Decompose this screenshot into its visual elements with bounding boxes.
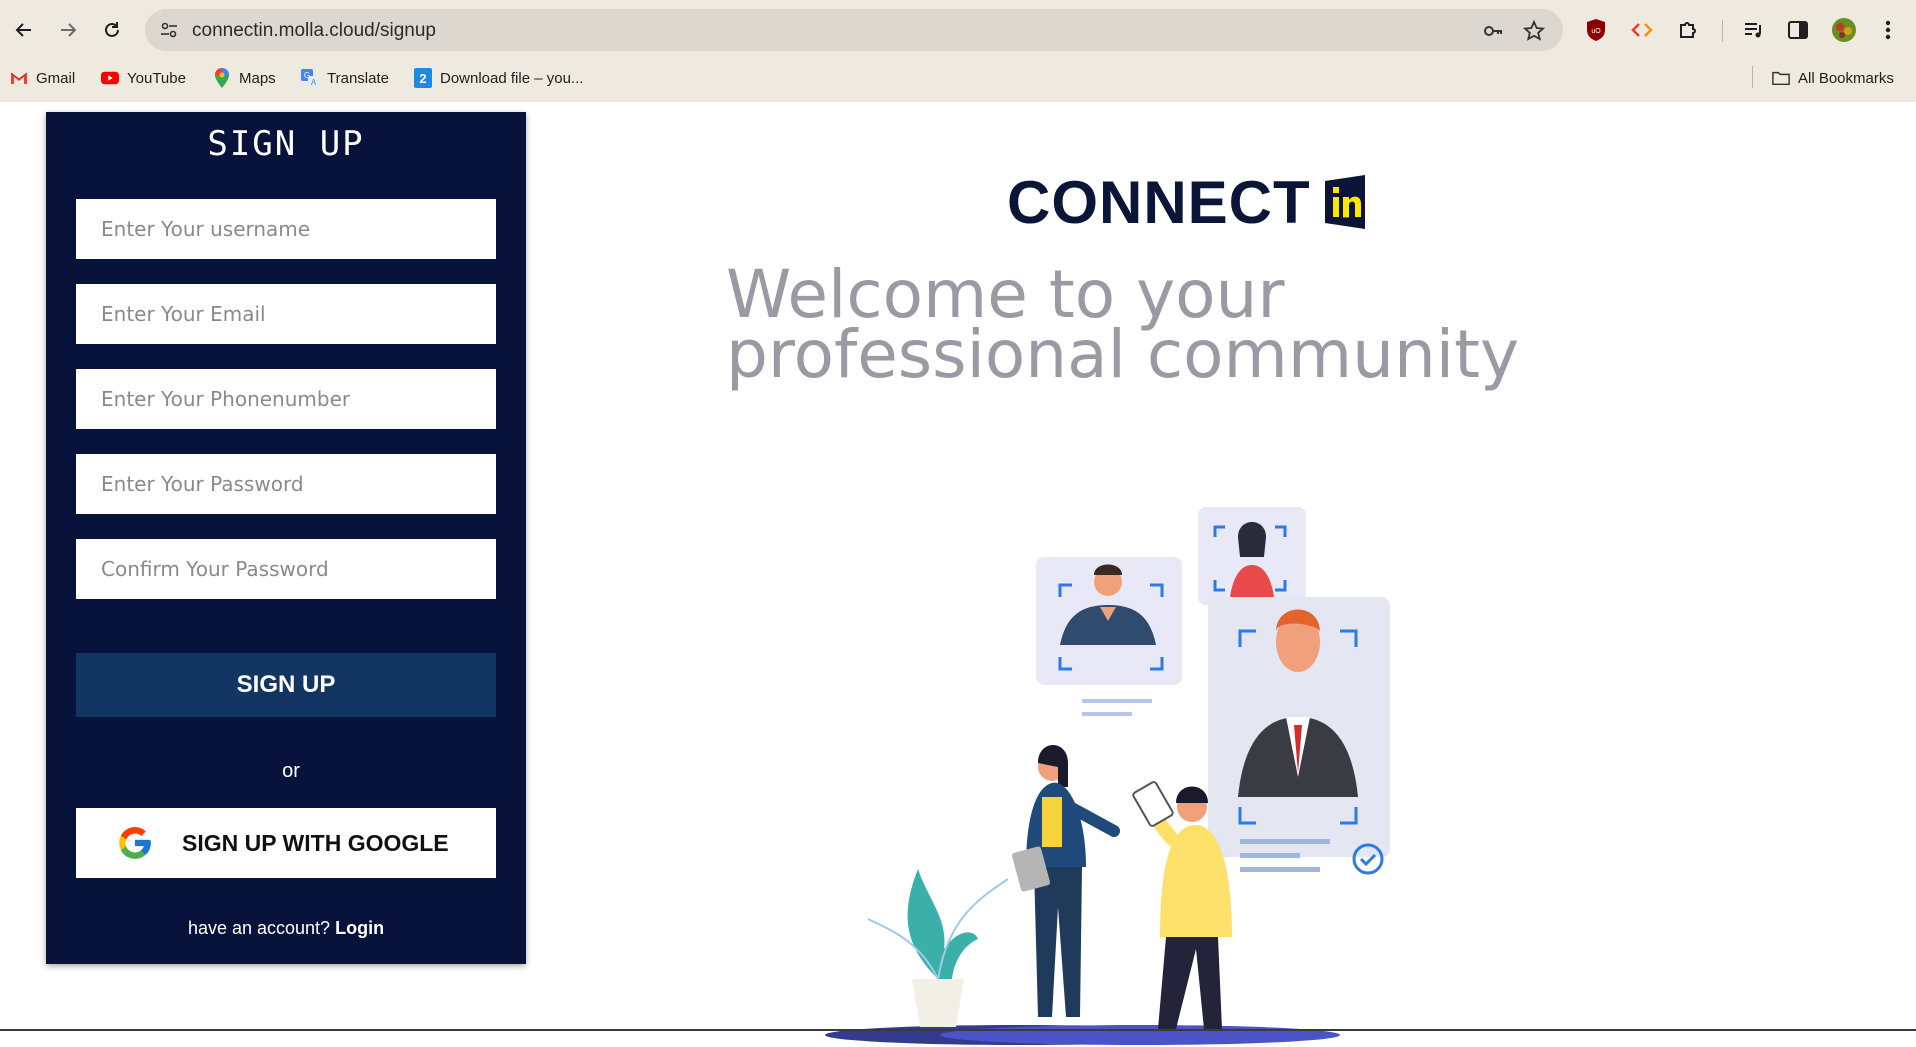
browser-chrome: connectin.molla.cloud/signup uO Gmail Yo… <box>0 0 1916 102</box>
ublock-extension-icon[interactable]: uO <box>1580 14 1612 46</box>
phone-input[interactable] <box>76 369 496 429</box>
svg-text:2: 2 <box>419 71 426 86</box>
browser-menu-icon[interactable] <box>1872 14 1904 46</box>
bookmark-label: Maps <box>239 69 276 87</box>
maps-icon <box>213 68 231 88</box>
browser-toolbar: connectin.molla.cloud/signup uO <box>0 0 1916 60</box>
folder-icon <box>1772 69 1790 87</box>
back-arrow-icon <box>15 23 31 37</box>
bookmarks-bar: Gmail YouTube Maps GA Translate 2 Downlo… <box>0 62 1916 92</box>
address-bar[interactable]: connectin.molla.cloud/signup <box>145 9 1563 51</box>
site-info-icon[interactable] <box>155 16 183 44</box>
page-content: SIGN UP SIGN UP or SIGN UP WITH GOOGLE h… <box>0 102 1916 1045</box>
bookmark-label: YouTube <box>127 69 186 87</box>
signup-panel: SIGN UP SIGN UP or SIGN UP WITH GOOGLE h… <box>46 112 526 964</box>
profile-avatar-icon[interactable] <box>1828 14 1860 46</box>
in-badge-icon <box>1324 175 1365 229</box>
signup-button[interactable]: SIGN UP <box>76 653 496 717</box>
forward-arrow-icon <box>61 23 77 37</box>
svg-text:A: A <box>311 78 317 87</box>
bookmark-maps[interactable]: Maps <box>213 66 276 90</box>
url-text[interactable]: connectin.molla.cloud/signup <box>192 20 436 42</box>
username-input[interactable] <box>76 199 496 259</box>
all-bookmarks-button[interactable]: All Bookmarks <box>1772 66 1894 90</box>
logo-text: CONNECT <box>1007 168 1311 236</box>
back-button[interactable] <box>6 12 42 48</box>
google-signup-button[interactable]: SIGN UP WITH GOOGLE <box>76 808 496 878</box>
bookmark-gmail[interactable]: Gmail <box>10 66 75 90</box>
or-divider-text: or <box>282 760 300 782</box>
login-prompt: have an account? Login <box>46 918 526 939</box>
bookmark-youtube[interactable]: YouTube <box>101 66 186 90</box>
bookmark-download-file[interactable]: 2 Download file – you... <box>414 66 583 90</box>
email-input[interactable] <box>76 284 496 344</box>
connectin-logo: CONNECT <box>1007 168 1365 236</box>
toolbar-divider <box>1722 20 1723 42</box>
gmail-icon <box>10 69 28 87</box>
login-link[interactable]: Login <box>335 918 384 938</box>
confirm-password-input[interactable] <box>76 539 496 599</box>
translate-icon: GA <box>301 69 319 87</box>
bookmark-translate[interactable]: GA Translate <box>301 66 389 90</box>
bookmark-label: Gmail <box>36 69 76 87</box>
welcome-headline: Welcome to your professional community <box>726 256 1520 393</box>
all-bookmarks-label: All Bookmarks <box>1798 69 1894 87</box>
bookmark-label: Download file – you... <box>440 69 584 87</box>
forward-button[interactable] <box>50 12 86 48</box>
signup-title: SIGN UP <box>207 124 365 164</box>
svg-text:uO: uO <box>1591 28 1601 35</box>
password-input[interactable] <box>76 454 496 514</box>
youtube-icon <box>101 69 119 87</box>
bookmarks-divider <box>1752 66 1753 88</box>
account-prompt-text: have an account? <box>187 918 331 938</box>
extensions-puzzle-icon[interactable] <box>1672 14 1704 46</box>
download-file-icon: 2 <box>414 68 432 88</box>
code-extension-icon[interactable] <box>1626 14 1658 46</box>
reload-icon <box>105 22 119 37</box>
team-networking-illustration <box>825 507 1390 1045</box>
google-g-icon <box>119 827 151 859</box>
side-panel-icon[interactable] <box>1782 14 1814 46</box>
bookmark-label: Translate <box>327 69 389 87</box>
reload-button[interactable] <box>94 12 130 48</box>
media-queue-icon[interactable] <box>1738 14 1770 46</box>
password-key-icon[interactable] <box>1479 17 1507 45</box>
bookmark-star-icon[interactable] <box>1520 17 1548 45</box>
google-signup-label: SIGN UP WITH GOOGLE <box>182 830 449 856</box>
